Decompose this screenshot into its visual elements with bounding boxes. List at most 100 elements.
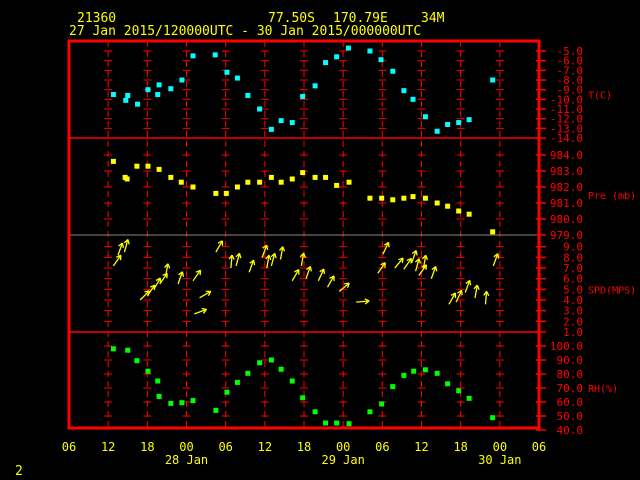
data-point xyxy=(145,368,151,374)
date-label: 30 Jan xyxy=(478,453,521,467)
wind-arrow xyxy=(414,258,421,272)
wind-arrow xyxy=(317,268,326,282)
panel-label: SPD(MPS) xyxy=(588,285,636,296)
wind-arrow xyxy=(464,279,472,293)
wind-arrow xyxy=(117,242,124,256)
data-point xyxy=(410,194,416,200)
data-point xyxy=(466,211,472,217)
data-point xyxy=(334,54,340,60)
wind-arrow xyxy=(492,253,500,267)
data-point xyxy=(456,120,462,126)
axis-tick-label: 983.0 xyxy=(550,165,583,178)
data-point xyxy=(134,358,140,364)
axis-tick-label: 1.0 xyxy=(563,326,583,339)
x-tick-label: 12 xyxy=(101,440,115,454)
x-tick-label: 00 xyxy=(493,440,507,454)
data-point xyxy=(234,379,240,385)
data-point xyxy=(268,126,274,132)
data-point xyxy=(367,48,373,54)
data-point xyxy=(234,184,240,190)
wind-arrow xyxy=(248,259,256,273)
data-point xyxy=(334,420,340,426)
data-point xyxy=(312,174,318,180)
data-point xyxy=(156,82,162,88)
wind-arrow xyxy=(215,240,224,253)
data-point xyxy=(168,400,174,406)
data-point xyxy=(278,366,284,372)
data-point xyxy=(456,388,462,394)
wind-arrow xyxy=(483,290,490,305)
data-point xyxy=(300,395,306,401)
data-point xyxy=(466,117,472,123)
data-point xyxy=(411,368,417,374)
panel-label: T(C) xyxy=(588,91,612,102)
wind-arrow xyxy=(382,241,390,255)
data-point xyxy=(125,92,131,98)
x-tick-label: 06 xyxy=(532,440,546,454)
data-point xyxy=(278,118,284,124)
data-point xyxy=(445,203,451,209)
data-point xyxy=(323,174,329,180)
data-point xyxy=(257,360,263,366)
data-point xyxy=(190,53,196,59)
wind-arrow xyxy=(326,275,335,288)
data-point xyxy=(156,393,162,399)
data-point xyxy=(312,409,318,415)
data-point xyxy=(179,400,185,406)
x-tick-label: 06 xyxy=(218,440,232,454)
data-point xyxy=(289,176,295,182)
x-tick-label: 00 xyxy=(336,440,350,454)
data-point xyxy=(145,163,151,169)
data-point xyxy=(190,398,196,404)
data-point xyxy=(179,77,185,83)
data-point xyxy=(422,114,428,120)
data-point xyxy=(434,200,440,206)
data-point xyxy=(168,174,174,180)
data-point xyxy=(390,68,396,74)
data-point xyxy=(155,92,161,98)
wind-arrow xyxy=(430,265,438,279)
data-point xyxy=(346,421,352,427)
axis-tick-label: -14.0 xyxy=(550,132,583,145)
panel-label: Pre (mb) xyxy=(588,191,636,202)
data-point xyxy=(224,69,230,75)
data-point xyxy=(410,96,416,102)
data-point xyxy=(257,179,263,185)
wind-arrow xyxy=(235,252,242,267)
axis-tick-label: 980.0 xyxy=(550,213,583,226)
x-tick-label: 18 xyxy=(297,440,311,454)
axis-tick-label: 80.0 xyxy=(557,368,584,381)
data-point xyxy=(422,195,428,201)
data-point xyxy=(490,229,496,235)
data-point xyxy=(110,346,116,352)
date-label: 29 Jan xyxy=(321,453,364,467)
axis-tick-label: 981.0 xyxy=(550,197,583,210)
wind-arrow xyxy=(448,292,457,305)
axis-tick-label: 50.0 xyxy=(557,410,584,423)
panel-label: RH(%) xyxy=(588,384,618,395)
data-point xyxy=(367,195,373,201)
data-point xyxy=(268,174,274,180)
data-point xyxy=(490,415,496,421)
wind-arrow xyxy=(291,268,300,282)
x-tick-label: 06 xyxy=(375,440,389,454)
data-point xyxy=(367,409,373,415)
data-point xyxy=(134,163,140,169)
data-point xyxy=(123,97,129,103)
axis-tick-label: 984.0 xyxy=(550,149,583,162)
wind-arrow xyxy=(418,264,427,276)
data-point xyxy=(178,179,184,185)
meteogram-chart: -5.0-6.0-7.0-8.0-9.0-10.0-11.0-12.0-13.0… xyxy=(62,39,636,467)
data-point xyxy=(378,57,384,63)
wind-arrow xyxy=(473,284,480,298)
data-point xyxy=(434,370,440,376)
x-tick-label: 12 xyxy=(414,440,428,454)
data-point xyxy=(145,87,151,93)
wind-arrow xyxy=(199,290,212,299)
data-point xyxy=(422,367,428,373)
wind-arrow xyxy=(299,252,307,267)
axis-tick-label: 90.0 xyxy=(557,354,584,367)
data-point xyxy=(155,378,161,384)
axis-tick-label: 100.0 xyxy=(550,340,583,353)
data-point xyxy=(401,88,407,94)
